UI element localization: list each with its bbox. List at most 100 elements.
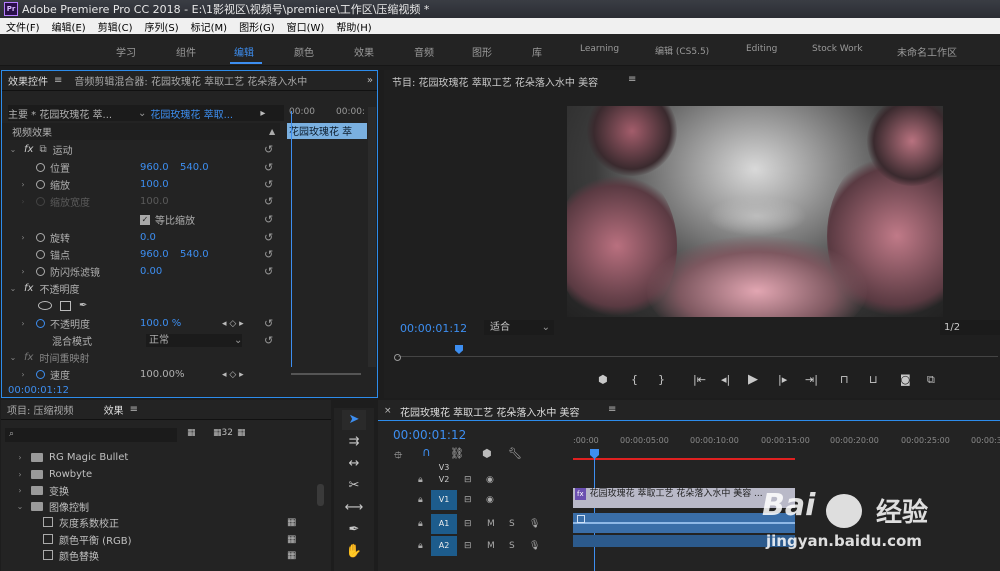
work-area-bar[interactable] <box>573 458 795 460</box>
slip-tool-icon[interactable]: ⟷ <box>342 498 366 518</box>
mute-button[interactable]: M <box>487 519 495 529</box>
play-clip-icon[interactable]: ▸ <box>260 108 265 119</box>
chevron-down-icon[interactable]: ⌄ <box>234 335 242 346</box>
export-frame-camera-icon[interactable]: ◙ <box>900 373 911 386</box>
mark-in-icon[interactable]: { <box>631 373 638 386</box>
lock-icon[interactable]: 🔒︎ <box>418 541 423 551</box>
fit-select[interactable]: 适合 ⌄ <box>484 320 554 335</box>
pen-tool-icon[interactable]: ✒ <box>342 520 366 540</box>
panel-menu-icon[interactable]: ≡ <box>130 404 138 415</box>
workspace-stock-work[interactable]: Stock Work <box>812 44 863 54</box>
expand-arrow-icon[interactable]: ⌄ <box>15 502 25 511</box>
expand-arrow-icon[interactable]: › <box>18 233 28 242</box>
expand-arrow-icon[interactable]: › <box>15 453 25 462</box>
rotation-value[interactable]: 0.0 <box>140 232 156 243</box>
compare-view-icon[interactable]: ⧉ <box>927 373 935 387</box>
panel-overflow-icon[interactable]: » <box>367 75 373 86</box>
effects-search-input[interactable]: ⌕ <box>5 428 177 442</box>
project-scrollbar[interactable] <box>317 484 324 506</box>
lock-icon[interactable]: 🔒︎ <box>418 495 423 505</box>
selection-tool-icon[interactable]: ➤ <box>342 410 366 430</box>
stopwatch-icon[interactable] <box>36 250 45 259</box>
motion-row[interactable]: ⌄ fx ⧉ 运动 ↺ <box>2 141 280 158</box>
folder-item[interactable]: › RG Magic Bullet <box>1 449 326 465</box>
menu-sequence[interactable]: 序列(S) <box>138 19 184 34</box>
tab-audio-clip-mixer[interactable]: 音频剪辑混合器: 花园玫瑰花 萃取工艺 花朵落入水中 <box>68 73 313 88</box>
ec-scrollbar[interactable] <box>368 107 376 367</box>
anchor-y-value[interactable]: 540.0 <box>180 249 209 260</box>
extract-icon[interactable]: ⊔ <box>869 373 878 386</box>
menu-window[interactable]: 窗口(W) <box>281 19 331 34</box>
expand-arrow-icon[interactable]: › <box>15 486 25 495</box>
stopwatch-icon[interactable] <box>36 180 45 189</box>
workspace-effects[interactable]: 效果 <box>354 44 374 59</box>
hand-tool-icon[interactable]: ✋ <box>342 542 366 562</box>
anchor-x-value[interactable]: 960.0 <box>140 249 180 260</box>
yuv-effects-icon[interactable]: ▦ <box>237 428 246 438</box>
step-forward-icon[interactable]: |▸ <box>778 373 787 386</box>
snap-magnet-icon[interactable]: ∩ <box>422 445 431 459</box>
expand-arrow-icon[interactable]: › <box>18 267 28 276</box>
stopwatch-icon[interactable] <box>36 233 45 242</box>
expand-arrow-icon[interactable]: › <box>15 470 25 479</box>
monitor-time-ruler[interactable] <box>398 356 998 357</box>
fx-icon[interactable]: fx <box>24 352 33 363</box>
tab-effects[interactable]: 效果 <box>98 402 130 417</box>
chevron-down-icon[interactable]: ⌄ <box>542 320 550 335</box>
razor-tool-icon[interactable]: ✂ <box>342 476 366 496</box>
sequence-clip-label[interactable]: 花园玫瑰花 萃取... <box>150 106 254 121</box>
stopwatch-icon[interactable] <box>36 163 45 172</box>
solo-button[interactable]: S <box>509 541 515 551</box>
expand-arrow-icon[interactable]: › <box>18 370 28 379</box>
reset-icon[interactable]: ↺ <box>264 231 273 244</box>
close-icon[interactable]: × <box>384 406 392 416</box>
opacity-section-row[interactable]: ⌄ fx 不透明度 <box>2 280 280 297</box>
expand-arrow-icon[interactable]: ⌄ <box>8 284 18 293</box>
stopwatch-icon[interactable] <box>36 319 45 328</box>
speed-value[interactable]: 100.00% <box>140 369 185 380</box>
accelerated-effects-icon[interactable]: ▦ <box>187 428 196 438</box>
panel-menu-icon[interactable]: ≡ <box>54 75 62 86</box>
ec-clip-bar[interactable]: 花园玫瑰花 萃 <box>287 123 367 139</box>
effect-item[interactable]: 颜色替换 ▦ <box>1 547 326 563</box>
chevron-down-icon[interactable]: ⌄ <box>138 108 146 119</box>
folder-item[interactable]: › Rowbyte <box>1 466 326 482</box>
ec-timecode-text[interactable]: 00:00:01:12 <box>8 385 69 396</box>
step-back-icon[interactable]: ◂| <box>721 373 730 386</box>
sync-lock-icon[interactable]: ⊟ <box>464 495 472 505</box>
workspace-untitled[interactable]: 未命名工作区 <box>897 44 957 59</box>
reset-icon[interactable]: ↺ <box>264 213 273 226</box>
monitor-playhead[interactable] <box>455 345 463 354</box>
lock-icon[interactable]: 🔒︎ <box>418 475 423 485</box>
position-x-value[interactable]: 960.0 <box>140 162 180 173</box>
sync-lock-icon[interactable]: ⊟ <box>464 541 472 551</box>
go-to-out-icon[interactable]: ⇥| <box>805 373 818 386</box>
tab-effect-controls[interactable]: 效果控件 <box>2 73 54 88</box>
sync-lock-icon[interactable]: ⊟ <box>464 475 472 485</box>
folder-item[interactable]: ⌄ 图像控制 <box>1 498 326 514</box>
resolution-select[interactable]: 1/2 <box>940 320 1000 335</box>
eye-icon[interactable]: ◉ <box>486 475 494 485</box>
menu-graphics[interactable]: 图形(G) <box>233 19 281 34</box>
reset-icon[interactable]: ↺ <box>264 143 273 156</box>
time-ruler[interactable]: :00:00 00:00:05:00 00:00:10:00 00:00:15:… <box>573 436 1000 456</box>
expand-arrow-icon[interactable]: ⌄ <box>8 353 18 362</box>
microphone-icon[interactable]: 🎙︎ <box>529 541 540 551</box>
ec-playhead[interactable] <box>291 111 292 367</box>
time-remap-row[interactable]: ⌄ fx 时间重映射 <box>2 349 280 366</box>
folder-item[interactable]: › 变换 <box>1 482 326 498</box>
microphone-icon[interactable]: 🎙︎ <box>529 519 540 529</box>
expand-arrow-icon[interactable]: › <box>18 319 28 328</box>
opacity-value[interactable]: 100.0 % <box>140 318 181 329</box>
workspace-color[interactable]: 颜色 <box>294 44 314 59</box>
reset-icon[interactable]: ↺ <box>264 178 273 191</box>
timeline-timecode[interactable]: 00:00:01:12 <box>393 428 466 442</box>
workspace-libraries[interactable]: 库 <box>532 44 542 59</box>
reset-icon[interactable]: ↺ <box>264 317 273 330</box>
scale-value[interactable]: 100.0 <box>140 179 169 190</box>
transform-icon[interactable]: ⧉ <box>39 144 46 155</box>
mute-button[interactable]: M <box>487 541 495 551</box>
workspace-assembly[interactable]: 组件 <box>176 44 196 59</box>
menu-marker[interactable]: 标记(M) <box>185 19 233 34</box>
fx-icon[interactable]: fx <box>24 144 33 155</box>
